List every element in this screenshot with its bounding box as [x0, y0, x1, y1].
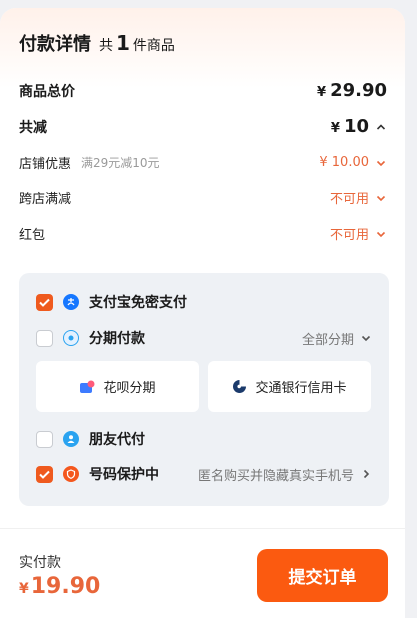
huabei-installment-card[interactable]: 花呗分期: [36, 361, 199, 412]
chevron-down-icon: [361, 335, 371, 342]
chevron-down-icon[interactable]: [375, 157, 387, 169]
total-discount-label: 共减: [19, 119, 47, 136]
red-packet-label: 红包: [19, 228, 46, 243]
installment-option[interactable]: 分期付款 全部分期: [36, 327, 372, 349]
submit-order-button[interactable]: 提交订单: [257, 549, 388, 602]
shop-discount-label: 店铺优惠: [19, 157, 72, 172]
huabei-icon: [79, 380, 95, 394]
item-count-prefix: 共: [99, 38, 113, 54]
red-packet-row[interactable]: 红包 不可用: [19, 224, 387, 243]
red-packet-value: 不可用: [329, 228, 369, 243]
chevron-down-icon[interactable]: [375, 192, 387, 204]
item-count-suffix: 件商品: [132, 38, 175, 54]
alipay-option[interactable]: 支付宝免密支付: [36, 291, 372, 313]
cross-shop-discount-label: 跨店满减: [19, 192, 72, 207]
number-protection-option[interactable]: 号码保护中 匿名购买并隐藏真实手机号: [36, 463, 372, 485]
total-price-label: 商品总价: [19, 83, 75, 100]
number-protection-detail[interactable]: 匿名购买并隐藏真实手机号: [198, 465, 372, 484]
page-title: 付款详情: [19, 34, 91, 55]
chevron-right-icon: [363, 469, 370, 479]
chevron-up-icon[interactable]: [375, 121, 387, 133]
total-price-value: ¥29.90: [317, 80, 387, 101]
installment-label: 分期付款: [89, 331, 145, 347]
friend-pay-label: 朋友代付: [89, 432, 145, 448]
bocom-label: 交通银行信用卡: [255, 381, 347, 396]
actual-payment-amount: ¥19.90: [19, 574, 101, 599]
shop-discount-row[interactable]: 店铺优惠 满29元减10元 ¥ 10.00: [19, 153, 387, 172]
cross-shop-discount-value: 不可用: [329, 192, 369, 207]
huabei-label: 花呗分期: [103, 381, 156, 396]
total-discount-row[interactable]: 共减 ¥10: [19, 116, 387, 137]
chevron-down-icon[interactable]: [375, 228, 387, 240]
friend-pay-option[interactable]: 朋友代付: [36, 428, 372, 450]
check-icon: [39, 298, 50, 307]
alipay-checkbox[interactable]: [36, 293, 53, 311]
alipay-icon: [63, 294, 79, 310]
item-count: 1: [116, 31, 130, 55]
friend-pay-checkbox[interactable]: [36, 430, 53, 448]
total-discount-value: ¥10: [330, 116, 369, 137]
installment-icon: [63, 330, 79, 346]
payment-methods-panel: 支付宝免密支付 分期付款 全部分期 花呗分期 交通银行信用卡 朋友代付 号码保护…: [19, 273, 389, 506]
shield-icon: [63, 466, 79, 482]
shop-discount-rule: 满29元减10元: [81, 156, 160, 170]
total-price-row: 商品总价 ¥29.90: [19, 80, 387, 101]
footer-divider: [0, 528, 405, 529]
shop-discount-value: ¥ 10.00: [319, 155, 369, 170]
payment-detail-card: 付款详情 共 1 件商品 商品总价 ¥29.90 共减 ¥10 店铺优惠 满29…: [0, 8, 405, 618]
bocom-credit-card[interactable]: 交通银行信用卡: [208, 361, 371, 412]
payment-header: 付款详情 共 1 件商品: [19, 30, 175, 56]
all-installments-dropdown[interactable]: 全部分期: [302, 329, 372, 348]
number-protection-checkbox[interactable]: [36, 465, 53, 483]
cross-shop-discount-row[interactable]: 跨店满减 不可用: [19, 188, 387, 207]
number-protection-label: 号码保护中: [89, 467, 159, 483]
actual-payment-label: 实付款: [19, 555, 61, 571]
installment-checkbox[interactable]: [36, 329, 53, 347]
alipay-label: 支付宝免密支付: [89, 295, 187, 311]
check-icon: [39, 470, 50, 479]
bocom-bank-icon: [232, 379, 247, 394]
friend-pay-icon: [63, 431, 79, 447]
